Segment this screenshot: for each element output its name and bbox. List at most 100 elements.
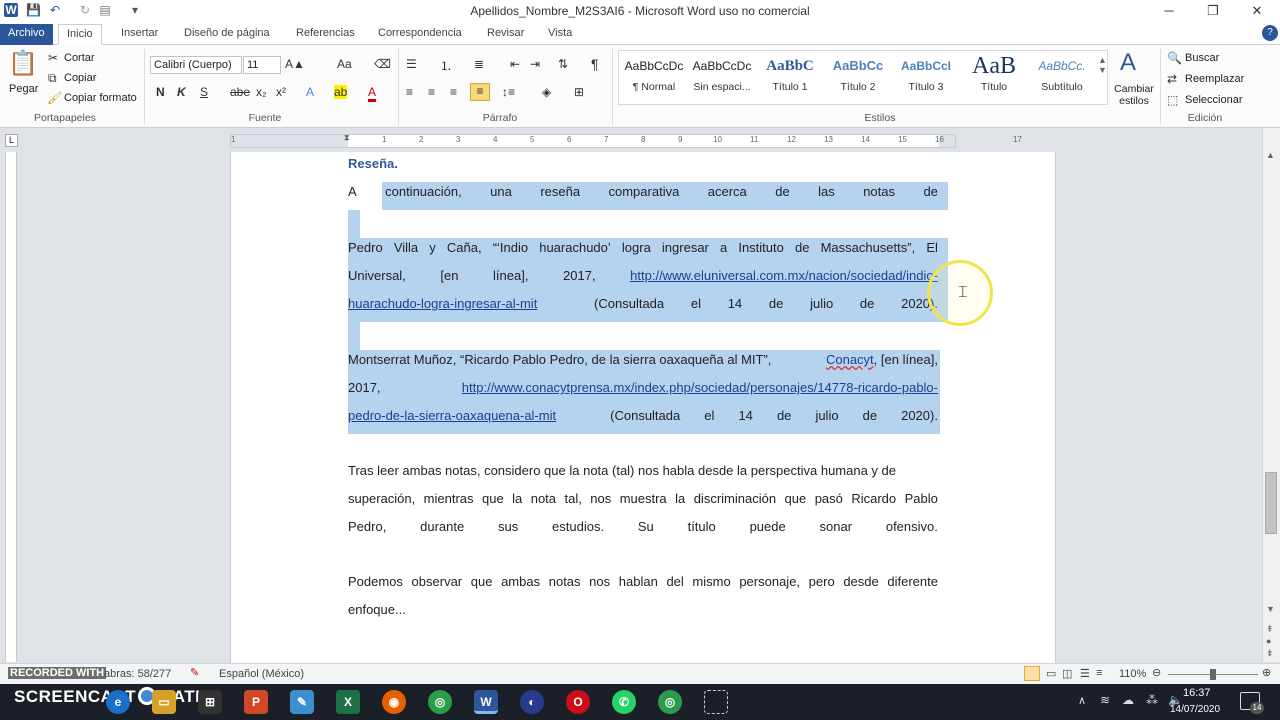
clear-format-icon[interactable]: ⌫ — [374, 57, 391, 71]
notes-icon[interactable]: ✎ — [290, 690, 314, 714]
bullets-icon[interactable]: ☰ — [406, 57, 417, 71]
highlight-icon[interactable]: ab — [334, 85, 348, 99]
font-size-select[interactable]: 11 — [243, 56, 281, 74]
hyperlink-conacytprensa[interactable]: http://www.conacytprensa.mx/index.php/so… — [462, 375, 938, 401]
chrome-2-icon[interactable]: ◎ — [658, 690, 682, 714]
indent-marker[interactable]: ⧗ — [344, 133, 352, 149]
network-icon[interactable]: ⁂ — [1146, 693, 1158, 707]
sort-icon[interactable]: ⇅ — [558, 57, 568, 71]
next-page-icon[interactable]: ⇟ — [1266, 648, 1274, 659]
borders-icon[interactable]: ⊞ — [574, 85, 584, 99]
close-button[interactable]: ✕ — [1234, 0, 1280, 22]
cut-icon[interactable]: ✂ — [48, 51, 58, 65]
reference-1-line-2[interactable]: Universal, [en línea], 2017, http://www.… — [348, 263, 938, 289]
cut-button[interactable]: Cortar — [64, 52, 95, 64]
clock-date[interactable]: 14/07/2020 — [1170, 704, 1220, 715]
vertical-scrollbar[interactable]: ▲ ▼ ⇞ ● ⇟ — [1262, 128, 1280, 662]
styles-scroll-icon[interactable]: ▲ ▼ — [1098, 55, 1107, 75]
justify-icon[interactable]: ≡ — [470, 83, 490, 101]
change-styles-icon[interactable]: A — [1120, 49, 1136, 77]
excel-icon[interactable]: X — [336, 690, 360, 714]
tab-archivo[interactable]: Archivo — [0, 24, 53, 45]
tab-referencias[interactable]: Referencias — [288, 24, 363, 45]
multilevel-list-icon[interactable]: ≣ — [474, 57, 484, 71]
italic-icon[interactable]: K — [177, 85, 186, 99]
reference-2-line-1[interactable]: Montserrat Muñoz, “Ricardo Pablo Pedro, … — [348, 347, 938, 373]
tab-insertar[interactable]: Insertar — [113, 24, 166, 45]
opera-icon[interactable]: O — [566, 690, 590, 714]
increase-indent-icon[interactable]: ⇥ — [530, 57, 540, 71]
format-painter-button[interactable]: Copiar formato — [64, 92, 137, 104]
minimize-button[interactable]: ─ — [1146, 0, 1192, 22]
find-button[interactable]: Buscar — [1185, 52, 1219, 64]
grow-font-icon[interactable]: A▲ — [285, 57, 305, 71]
scrollbar-thumb[interactable] — [1265, 472, 1277, 534]
paragraph-intro[interactable]: A continuación, una reseña comparativa a… — [348, 179, 938, 205]
clock-time[interactable]: 16:37 — [1183, 687, 1211, 699]
web-layout-icon[interactable]: ◫ — [1062, 667, 1072, 680]
file-explorer-icon[interactable]: ▭ — [152, 690, 176, 714]
paragraph-3-line-2[interactable]: enfoque... — [348, 597, 938, 623]
app-icon[interactable]: ◐ — [520, 690, 544, 714]
paragraph-2-line-3[interactable]: Pedro, durante sus estudios. Su título p… — [348, 514, 938, 540]
full-screen-icon[interactable]: ▭ — [1046, 667, 1056, 680]
find-icon[interactable]: 🔍 — [1167, 51, 1182, 65]
hyperlink-eluniversal-cont[interactable]: huarachudo-logra-ingresar-al-mit — [348, 291, 537, 317]
scroll-up-icon[interactable]: ▲ — [1266, 150, 1275, 160]
reference-1-line-1[interactable]: Pedro Villa y Caña, “‘Indio huarachudo’ … — [348, 235, 938, 261]
replace-icon[interactable]: ⇄ — [1167, 72, 1177, 86]
style-normal[interactable]: AaBbCcDc ¶ Normal — [620, 51, 688, 101]
tab-selector[interactable]: L — [5, 134, 18, 147]
document-heading[interactable]: Reseña. — [348, 156, 398, 171]
style-no-spacing[interactable]: AaBbCcDc Sin espaci... — [688, 51, 756, 101]
word-count[interactable]: abras: 58/277 — [104, 668, 171, 680]
powerpoint-icon[interactable]: P — [244, 690, 268, 714]
wifi-icon[interactable]: ≋ — [1100, 693, 1110, 707]
show-marks-icon[interactable]: ¶ — [591, 56, 599, 72]
align-right-icon[interactable]: ≡ — [450, 85, 457, 99]
outline-icon[interactable]: ☰ — [1080, 667, 1090, 680]
ruler-strip[interactable]: 1 1 2 3 4 5 6 7 8 9 10 11 12 13 14 15 16… — [230, 133, 1022, 149]
strikethrough-icon[interactable]: abe — [230, 85, 250, 99]
change-styles-button[interactable]: Cambiar estilos — [1113, 83, 1155, 107]
language-status[interactable]: Español (México) — [219, 668, 304, 680]
tab-correspondencia[interactable]: Correspondencia — [370, 24, 470, 45]
reference-1-line-3[interactable]: huarachudo-logra-ingresar-al-mit (Consul… — [348, 291, 938, 317]
style-title[interactable]: AaB Título — [960, 51, 1028, 101]
copy-button[interactable]: Copiar — [64, 72, 96, 84]
store-icon[interactable]: ⊞ — [198, 690, 222, 714]
format-painter-icon[interactable]: 🖌 — [47, 91, 62, 105]
font-color-icon[interactable]: A — [368, 85, 377, 102]
tab-inicio[interactable]: Inicio — [58, 24, 102, 45]
reference-2-line-3[interactable]: pedro-de-la-sierra-oaxaquena-al-mit (Con… — [348, 403, 938, 429]
underline-icon[interactable]: S — [200, 85, 208, 99]
firefox-icon[interactable]: ◉ — [382, 690, 406, 714]
decrease-indent-icon[interactable]: ⇤ — [510, 57, 520, 71]
font-family-select[interactable]: Calibri (Cuerpo) — [150, 56, 242, 74]
text-effects-icon[interactable]: A — [306, 85, 314, 99]
zoom-level[interactable]: 110% — [1119, 668, 1146, 680]
cloud-icon[interactable]: ☁ — [1122, 693, 1134, 707]
subscript-icon[interactable]: x₂ — [256, 85, 267, 99]
style-heading-1[interactable]: AaBbC Título 1 — [756, 51, 824, 101]
replace-button[interactable]: Reemplazar — [1185, 73, 1244, 85]
prev-page-icon[interactable]: ⇞ — [1266, 624, 1274, 635]
restore-button[interactable]: ❐ — [1190, 0, 1236, 22]
edge-icon[interactable]: e — [106, 690, 130, 714]
chrome-icon[interactable]: ◎ — [428, 690, 452, 714]
select-icon[interactable]: ⬚ — [1167, 93, 1178, 107]
conacyt-link[interactable]: Conacyt — [826, 352, 874, 367]
line-spacing-icon[interactable]: ↕≡ — [502, 85, 515, 99]
tray-arrow-icon[interactable]: ∧ — [1078, 694, 1086, 707]
tab-diseno[interactable]: Diseño de página — [176, 24, 278, 45]
numbering-icon[interactable]: ⒈ — [440, 57, 452, 74]
whatsapp-icon[interactable]: ✆ — [612, 690, 636, 714]
tab-revisar[interactable]: Revisar — [479, 24, 532, 45]
scroll-down-icon[interactable]: ▼ — [1266, 604, 1275, 614]
reference-2-line-2[interactable]: 2017, http://www.conacytprensa.mx/index.… — [348, 375, 938, 401]
style-heading-3[interactable]: AaBbCcI Título 3 — [892, 51, 960, 101]
zoom-out-icon[interactable]: ⊖ — [1152, 666, 1161, 679]
bold-icon[interactable]: N — [156, 85, 165, 99]
draft-icon[interactable]: ≡ — [1096, 667, 1102, 679]
paste-button[interactable]: Pegar — [9, 83, 38, 95]
